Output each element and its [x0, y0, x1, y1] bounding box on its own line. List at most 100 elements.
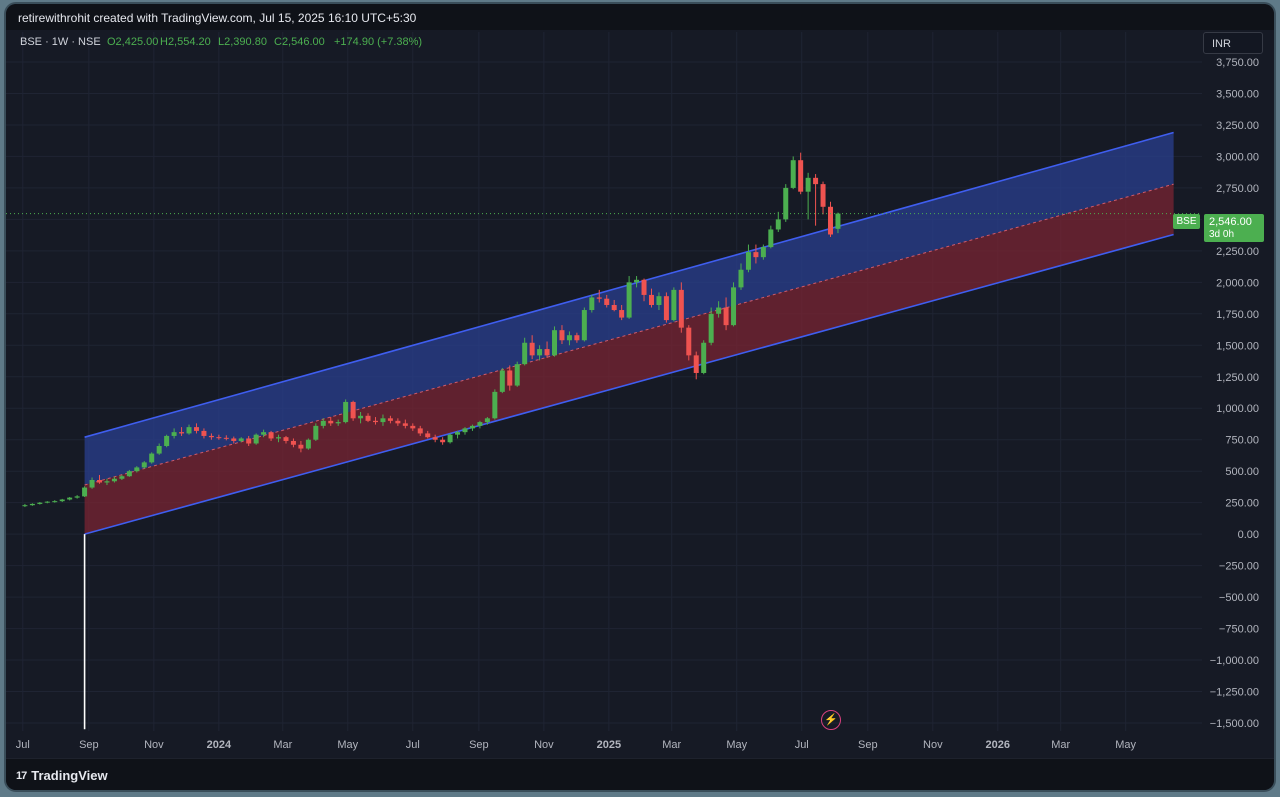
x-tick-label: May — [337, 739, 358, 751]
lightning-icon[interactable]: ⚡ — [821, 710, 841, 730]
candle-body — [253, 434, 259, 444]
candle — [768, 225, 774, 249]
candle — [499, 367, 505, 394]
legend-symbol: BSE · 1W · NSE — [20, 36, 101, 48]
candle-body — [156, 446, 162, 454]
y-tick-label: 2,750.00 — [1216, 183, 1259, 195]
candle-body — [238, 438, 244, 441]
candle — [305, 438, 311, 450]
candle — [149, 452, 155, 464]
candle-body — [298, 444, 304, 449]
candle-body — [596, 297, 602, 299]
candle-body — [708, 313, 714, 343]
candle — [350, 400, 356, 421]
currency-selector[interactable]: INR — [1203, 32, 1263, 54]
candle-body — [634, 279, 640, 283]
candle — [74, 495, 80, 499]
candle-body — [768, 229, 774, 248]
candle-body — [447, 434, 453, 443]
candle-body — [753, 252, 759, 258]
candle-body — [276, 437, 282, 439]
y-tick-label: 2,250.00 — [1216, 246, 1259, 258]
legend-low: L2,390.80 — [218, 36, 267, 48]
tradingview-logo[interactable]: 17 TradingView — [16, 768, 108, 783]
candle-body — [313, 425, 319, 440]
candle-body — [67, 497, 73, 500]
x-tick-label: May — [726, 739, 747, 751]
candle-body — [686, 327, 692, 356]
candle — [678, 282, 684, 333]
legend-close: C2,546.00 — [274, 36, 325, 48]
candle-body — [559, 330, 565, 341]
y-tick-label: −1,000.00 — [1210, 655, 1259, 667]
y-tick-label: 250.00 — [1225, 498, 1259, 510]
candle — [313, 423, 319, 441]
candle — [589, 294, 595, 313]
x-tick-label: Jul — [16, 739, 30, 751]
candle-body — [89, 480, 95, 488]
y-tick-label: 3,750.00 — [1216, 57, 1259, 69]
candle-body — [432, 437, 438, 440]
candle — [790, 156, 796, 190]
candle-body — [611, 304, 617, 311]
candle-body — [268, 432, 274, 439]
legend-high: H2,554.20 — [160, 36, 211, 48]
candle-body — [775, 219, 781, 230]
regression-channel — [84, 131, 1174, 535]
candle-body — [678, 289, 684, 328]
candle — [813, 174, 819, 226]
candle-body — [671, 289, 677, 321]
x-tick-label: 2026 — [986, 739, 1010, 751]
candle — [581, 307, 587, 342]
price-axis: 3,750.00 3,500.00 3,250.00 3,000.00 2,750.00… — [1210, 57, 1259, 730]
candle-body — [164, 435, 170, 447]
candle-body — [52, 501, 58, 503]
candle-body — [574, 335, 580, 341]
candle-body — [701, 342, 707, 373]
candle-body — [805, 177, 811, 192]
candle-body — [350, 401, 356, 419]
y-tick-label: −1,250.00 — [1210, 687, 1259, 699]
candle-body — [290, 440, 296, 445]
legend-change: +174.90 (+7.38%) — [334, 36, 422, 48]
candle-body — [492, 391, 498, 419]
y-tick-label: −750.00 — [1219, 624, 1259, 636]
candle — [67, 497, 73, 501]
candle-body — [499, 370, 505, 392]
candle-body — [440, 439, 446, 443]
candle-body — [738, 269, 744, 288]
candle-body — [201, 430, 207, 436]
candle-body — [552, 330, 558, 356]
candle-body — [529, 342, 535, 356]
candle-body — [193, 427, 199, 431]
candle-body — [641, 279, 647, 295]
candle — [686, 325, 692, 361]
x-tick-label: Jul — [795, 739, 809, 751]
tradingview-logo-icon: 17 — [16, 769, 27, 782]
x-tick-label: Jul — [406, 739, 420, 751]
candle-body — [328, 420, 334, 424]
y-tick-label: 1,000.00 — [1216, 403, 1259, 415]
candle-body — [417, 428, 423, 434]
candle-body — [134, 467, 140, 472]
candle-body — [566, 335, 572, 341]
candle — [253, 433, 259, 445]
y-tick-label: −250.00 — [1219, 561, 1259, 573]
candle-body — [231, 438, 237, 441]
candle-body — [380, 418, 386, 423]
candle-body — [455, 432, 461, 435]
candle-body — [693, 355, 699, 373]
candle — [798, 152, 804, 195]
candle — [775, 211, 781, 232]
y-tick-label: −500.00 — [1219, 592, 1259, 604]
price-chart[interactable]: 3,750.00 3,500.00 3,250.00 3,000.00 2,750.00… — [6, 4, 1274, 790]
y-tick-label: 1,250.00 — [1216, 372, 1259, 384]
candle-body — [387, 418, 393, 421]
y-tick-label: 3,500.00 — [1216, 88, 1259, 100]
candle — [343, 399, 349, 424]
candle-body — [111, 478, 117, 482]
candle — [671, 287, 677, 322]
bar-countdown: 3d 0h — [1209, 229, 1235, 240]
x-tick-label: Sep — [79, 739, 99, 751]
candle-body — [790, 160, 796, 188]
